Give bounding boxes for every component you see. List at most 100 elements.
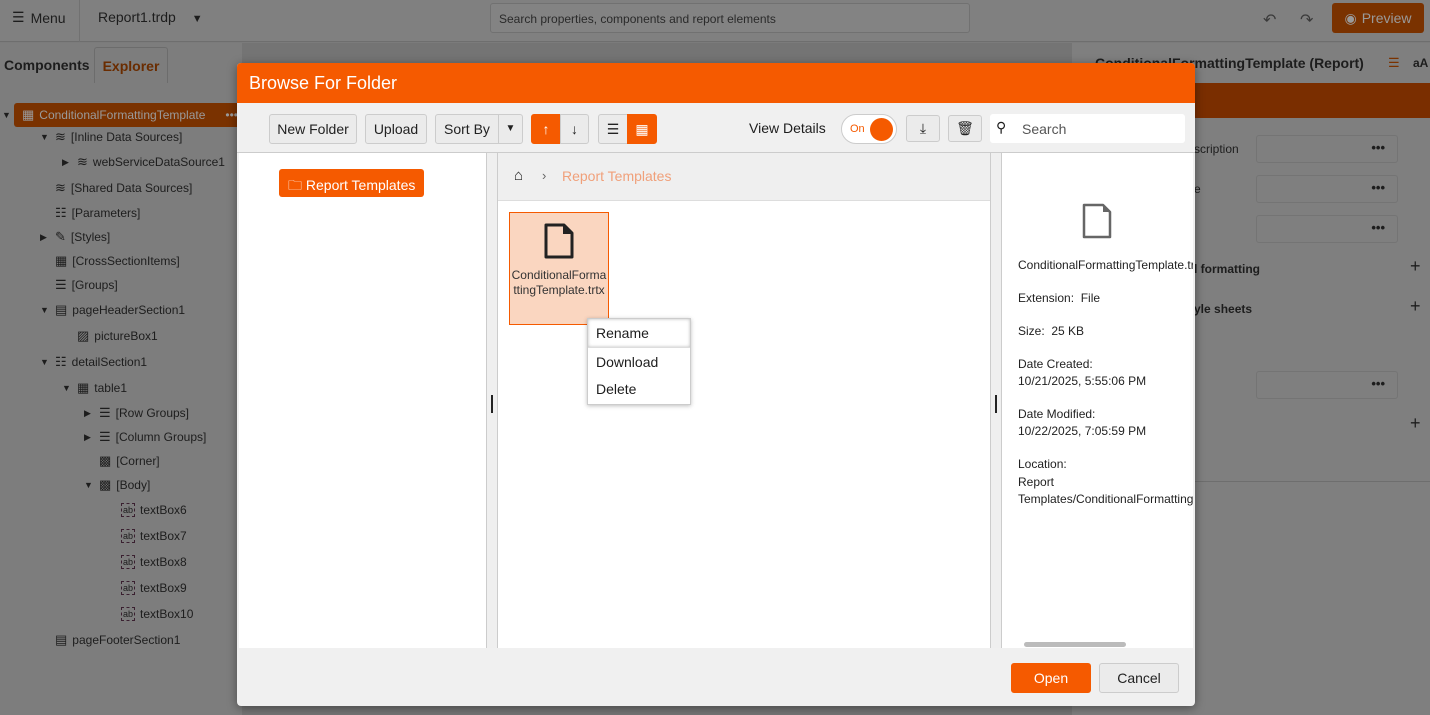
expand-caret-icon[interactable]: ▼ bbox=[40, 132, 50, 142]
context-menu-delete[interactable]: Delete bbox=[588, 375, 690, 403]
report-file-dropdown[interactable]: Report1.trdp ▼ bbox=[98, 9, 203, 25]
tree-node-icon: ab bbox=[121, 607, 136, 621]
plus-icon[interactable]: + bbox=[1410, 413, 1421, 434]
tree-item[interactable]: ▶ ☰ [Column Groups] bbox=[66, 427, 206, 447]
sort-ascending-button[interactable]: ↑ bbox=[531, 114, 561, 144]
cancel-button[interactable]: Cancel bbox=[1099, 663, 1179, 693]
expand-caret-icon[interactable]: ▼ bbox=[2, 110, 12, 120]
property-editor[interactable]: ••• bbox=[1256, 215, 1398, 243]
trash-icon: 🗑 bbox=[956, 120, 974, 136]
undo-icon[interactable]: ↶ bbox=[1263, 10, 1276, 30]
dialog-search-input[interactable]: ⚲ Search bbox=[990, 114, 1185, 143]
tree-item[interactable]: ≋ [Shared Data Sources] bbox=[22, 178, 192, 198]
tree-item[interactable]: ab textBox10 bbox=[88, 604, 193, 624]
list-view-button[interactable]: ☰ bbox=[598, 114, 628, 144]
tree-node-icon: ▦ bbox=[77, 380, 90, 395]
pane-splitter[interactable] bbox=[990, 153, 1002, 648]
view-details-toggle[interactable]: On bbox=[841, 114, 897, 144]
expand-caret-icon[interactable]: ▼ bbox=[84, 480, 94, 490]
expand-caret-icon[interactable]: ▼ bbox=[62, 383, 72, 393]
details-pane: ConditionalFormattingTemplate.trtx Exten… bbox=[1002, 153, 1193, 648]
menu-button[interactable]: ☰ Menu bbox=[12, 9, 66, 26]
tree-item[interactable]: ▶ ☰ [Row Groups] bbox=[66, 403, 189, 423]
tree-item[interactable]: ▼ ▤ pageHeaderSection1 bbox=[22, 300, 185, 320]
tree-item[interactable]: ab textBox7 bbox=[88, 526, 187, 546]
tree-item[interactable]: ☰ [Groups] bbox=[22, 275, 118, 295]
context-menu-download[interactable]: Download bbox=[588, 347, 690, 375]
tree-item[interactable]: ab textBox9 bbox=[88, 578, 187, 598]
tab-explorer[interactable]: Explorer bbox=[94, 47, 168, 83]
tree-item[interactable]: ▤ pageFooterSection1 bbox=[22, 630, 180, 650]
tree-node-icon: ab bbox=[121, 503, 136, 517]
download-button[interactable]: ⤓ bbox=[906, 115, 940, 142]
tree-item[interactable]: ▼ ≋ [Inline Data Sources] bbox=[22, 127, 182, 147]
tree-item[interactable]: ▨ pictureBox1 bbox=[44, 326, 158, 346]
upload-button[interactable]: Upload bbox=[365, 114, 427, 144]
breadcrumb-item[interactable]: Report Templates bbox=[562, 168, 671, 184]
property-editor[interactable]: ••• bbox=[1256, 175, 1398, 203]
tree-item[interactable]: ▼ ☷ detailSection1 bbox=[22, 352, 147, 372]
tree-node-icon: ☰ bbox=[99, 429, 111, 444]
expand-caret-icon[interactable]: ▼ bbox=[40, 305, 50, 315]
expand-caret-icon[interactable]: ▼ bbox=[40, 357, 50, 367]
new-folder-button[interactable]: New Folder bbox=[269, 114, 357, 144]
folder-report-templates[interactable]: 🗀 Report Templates bbox=[279, 169, 425, 197]
folder-icon: 🗀 bbox=[288, 177, 306, 193]
plus-icon[interactable]: + bbox=[1410, 256, 1421, 277]
arrow-up-icon: ↑ bbox=[542, 121, 550, 137]
chevron-down-icon: ▼ bbox=[191, 13, 203, 25]
tree-node-icon: ☷ bbox=[55, 205, 67, 220]
properties-search-input[interactable]: Search properties, components and report… bbox=[490, 3, 970, 33]
download-icon: ⤓ bbox=[919, 120, 927, 136]
tree-node-icon: ✎ bbox=[55, 229, 66, 244]
chevron-right-icon: › bbox=[542, 168, 547, 183]
tree-node-icon: ▤ bbox=[55, 302, 68, 317]
tree-item[interactable]: ▼ ▦ table1 bbox=[44, 378, 127, 398]
context-menu: Rename Download Delete bbox=[587, 318, 691, 405]
pane-splitter[interactable] bbox=[486, 153, 498, 648]
property-editor[interactable]: ••• bbox=[1256, 371, 1398, 399]
sort-by-dropdown[interactable]: Sort By ▼ bbox=[435, 114, 523, 144]
tree-item[interactable]: ▼ ▩ [Body] bbox=[66, 475, 150, 495]
tree-item[interactable]: ▶ ≋ webServiceDataSource1 bbox=[44, 152, 225, 172]
folder-tree-pane: 🗀 Report Templates bbox=[239, 153, 486, 648]
file-icon bbox=[1082, 203, 1112, 239]
grid-view-button[interactable]: ▦ bbox=[627, 114, 657, 144]
horizontal-scrollbar[interactable] bbox=[1024, 642, 1126, 647]
tree-node-icon: ▦ bbox=[22, 107, 35, 122]
tab-components[interactable]: Components bbox=[0, 47, 92, 83]
toggle-knob bbox=[870, 118, 893, 141]
plus-icon[interactable]: + bbox=[1410, 296, 1421, 317]
categorized-icon[interactable]: ☰ bbox=[1388, 55, 1400, 71]
tree-node-icon: ≋ bbox=[77, 154, 88, 169]
redo-icon[interactable]: ↷ bbox=[1300, 10, 1313, 30]
tree-item[interactable]: ab textBox6 bbox=[88, 500, 187, 520]
search-icon: ⚲ bbox=[996, 119, 1007, 135]
preview-button[interactable]: ◉ Preview bbox=[1332, 3, 1424, 33]
property-editor[interactable]: ••• bbox=[1256, 135, 1398, 163]
tree-item[interactable]: ☷ [Parameters] bbox=[22, 203, 140, 223]
tree-node-icon: ▨ bbox=[77, 328, 90, 343]
view-details-label: View Details bbox=[749, 120, 826, 136]
list-icon: ☰ bbox=[606, 120, 620, 137]
tree-item[interactable]: ab textBox8 bbox=[88, 552, 187, 572]
font-toggle[interactable]: aA bbox=[1413, 56, 1428, 70]
file-item[interactable]: ConditionalFormattingTemplate.trtx bbox=[509, 212, 609, 325]
hamburger-icon: ☰ bbox=[12, 9, 25, 25]
expand-caret-icon[interactable]: ▶ bbox=[84, 432, 94, 443]
expand-caret-icon[interactable]: ▶ bbox=[84, 408, 94, 419]
tree-item[interactable]: ▦ [CrossSectionItems] bbox=[22, 251, 180, 271]
tree-item[interactable]: ▶ ✎ [Styles] bbox=[22, 227, 110, 247]
expand-caret-icon[interactable]: ▶ bbox=[62, 157, 72, 168]
file-list-pane: ⌂ › Report Templates ConditionalFormatti… bbox=[498, 153, 990, 648]
home-icon[interactable]: ⌂ bbox=[514, 167, 523, 184]
expand-caret-icon[interactable]: ▶ bbox=[40, 232, 50, 243]
tree-item[interactable]: ▼ ▦ ConditionalFormattingTemplate ••• bbox=[2, 103, 242, 127]
sort-descending-button[interactable]: ↓ bbox=[560, 114, 589, 144]
tree-node-icon: ☷ bbox=[55, 354, 67, 369]
open-button[interactable]: Open bbox=[1011, 663, 1091, 693]
tree-item[interactable]: ▩ [Corner] bbox=[66, 451, 160, 471]
delete-button[interactable]: 🗑 bbox=[948, 115, 982, 142]
context-menu-rename[interactable]: Rename bbox=[588, 319, 690, 347]
tree-node-icon: ☰ bbox=[99, 405, 111, 420]
